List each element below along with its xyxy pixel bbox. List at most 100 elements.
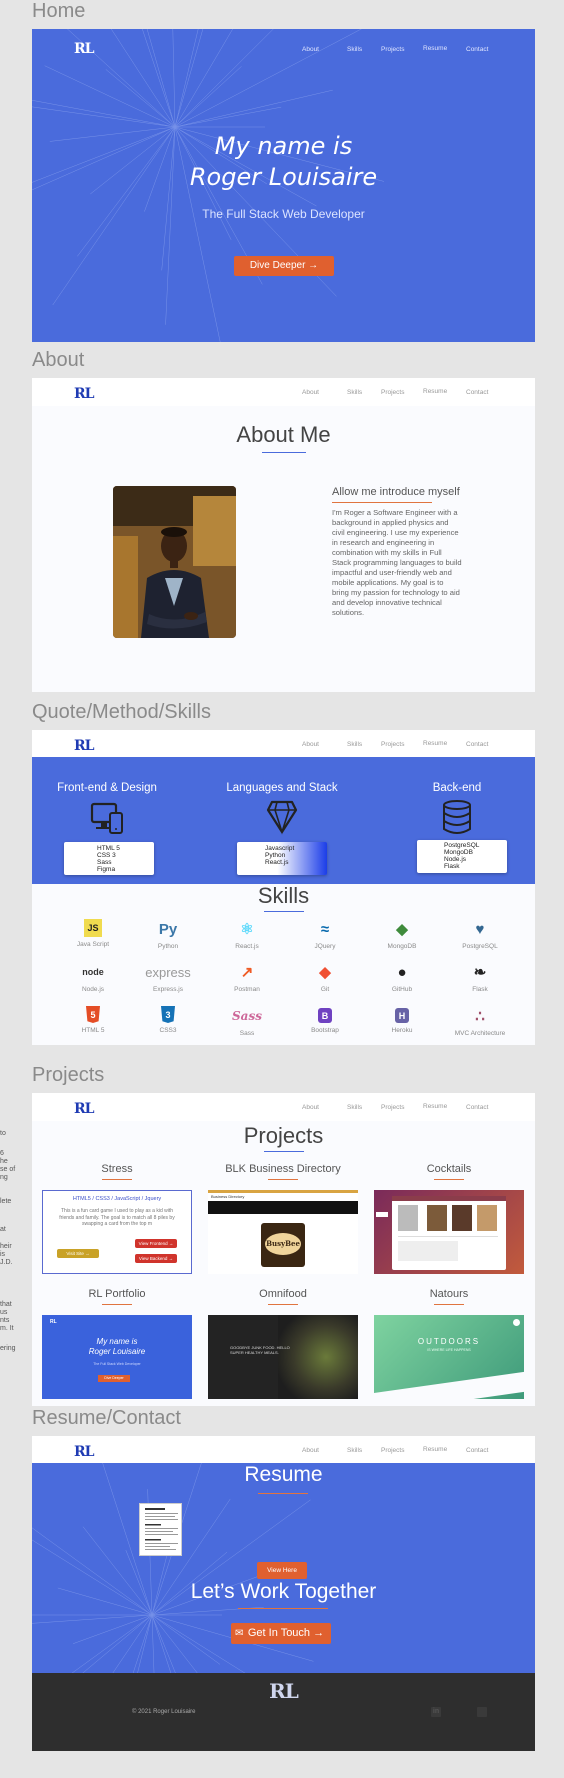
nav-link-projects[interactable]: Projects xyxy=(381,741,423,748)
navbar: RL About Skills Projects Resume Contact xyxy=(32,1436,535,1464)
nav-link-about[interactable]: About xyxy=(302,389,347,396)
resume-thumbnail[interactable] xyxy=(139,1503,182,1556)
skill-label: Express.js xyxy=(153,986,183,993)
get-in-touch-button[interactable]: ✉ Get In Touch → xyxy=(231,1623,331,1644)
stress-visit-site-button[interactable]: Visit Site → xyxy=(57,1249,99,1258)
skill-item: ● GitHub xyxy=(372,962,432,994)
hero-subtitle: The Full Stack Web Developer xyxy=(202,207,365,221)
skill-label: Sass xyxy=(239,1030,255,1037)
cocktail-thumb xyxy=(452,1205,472,1231)
nav-link-about[interactable]: About xyxy=(302,1104,347,1111)
project-card-natours[interactable]: OUTDOORS IS WHERE LIFE HAPPENS xyxy=(374,1315,524,1399)
stress-view-frontend-button[interactable]: View Frontend → xyxy=(135,1239,177,1248)
stress-view-backend-button[interactable]: View Backend → xyxy=(135,1254,177,1263)
about-frame: RL About Skills Projects Resume Contact … xyxy=(32,378,535,692)
nav-link-contact[interactable]: Contact xyxy=(466,46,488,53)
navbar: RL About Skills Projects Resume Contact xyxy=(32,730,535,758)
nav-link-contact[interactable]: Contact xyxy=(466,1104,488,1111)
project-card-blk[interactable]: Business Directory BusyBee xyxy=(208,1190,358,1274)
project-title-cocktails: Cocktails xyxy=(374,1163,524,1180)
projects-title: Projects xyxy=(243,1123,324,1148)
method-item: Figma xyxy=(97,866,116,873)
method-item: PostgreSQL xyxy=(444,842,480,849)
devices-icon xyxy=(90,802,123,834)
linkedin-icon[interactable]: in xyxy=(431,1707,441,1717)
starburst-ray xyxy=(32,100,176,128)
section-label-projects: Projects xyxy=(32,1064,105,1086)
method-item: Sass xyxy=(97,859,112,866)
skill-label: Bootstrap xyxy=(311,1027,339,1034)
project-card-portfolio[interactable]: RL My name is Roger Louisaire The Full S… xyxy=(42,1315,192,1399)
section-label-home: Home xyxy=(32,0,86,22)
nav-link-about[interactable]: About xyxy=(302,1447,347,1454)
project-title-omnifood: Omnifood xyxy=(208,1288,358,1305)
resume-document-icon xyxy=(145,1508,178,1550)
skill-item: ↗ Postman xyxy=(217,962,277,993)
method-item: Javascript xyxy=(265,845,295,852)
nav-link-about[interactable]: About xyxy=(302,741,347,748)
nav-link-projects[interactable]: Projects xyxy=(381,389,423,396)
nav-link-projects[interactable]: Projects xyxy=(381,1104,423,1111)
skill-icon: ↗ xyxy=(240,964,254,981)
nav-link-contact[interactable]: Contact xyxy=(466,389,488,396)
about-intro-text: Allow me introduce myself xyxy=(332,486,460,498)
overflow-text-fragment: that xyxy=(0,1301,12,1308)
nav-link-skills[interactable]: Skills xyxy=(347,46,381,53)
project-title-natours: Natours xyxy=(374,1288,524,1305)
skill-icon: ● xyxy=(397,963,407,981)
overflow-text-fragment: nts xyxy=(0,1317,10,1324)
nav-link-projects[interactable]: Projects xyxy=(381,46,423,53)
project-title-blk: BLK Business Directory xyxy=(208,1163,358,1180)
resume-band: Resume View Here Let’s Work Together ✉ G… xyxy=(32,1463,535,1673)
nav-logo[interactable]: RL xyxy=(74,1444,95,1460)
hero-line-2: Roger Louisaire xyxy=(189,163,378,191)
project-card-omnifood[interactable]: GOODBYE JUNK FOOD. HELLO SUPER HEALTHY M… xyxy=(208,1315,358,1399)
nav-link-contact[interactable]: Contact xyxy=(466,1447,488,1454)
skills-title-wrap: Skills xyxy=(32,883,535,912)
nav-link-skills[interactable]: Skills xyxy=(347,389,381,396)
starburst-ray xyxy=(174,66,242,128)
project-title-underline xyxy=(434,1179,464,1180)
nav-link-skills[interactable]: Skills xyxy=(347,1104,381,1111)
natours-icon xyxy=(513,1319,520,1326)
method-item: Node.js xyxy=(444,856,467,863)
project-card-cocktails[interactable] xyxy=(374,1190,524,1274)
project-card-stress[interactable]: HTML5 / CSS3 / JavaScript / Jquery This … xyxy=(42,1190,192,1274)
nav-link-about[interactable]: About xyxy=(302,46,347,53)
skill-item: 5 HTML 5 xyxy=(63,1006,123,1034)
projects-title-underline xyxy=(263,1151,304,1152)
nav-logo[interactable]: RL xyxy=(74,41,95,57)
github-icon[interactable] xyxy=(477,1707,487,1717)
project-title-text: Stress xyxy=(101,1163,133,1175)
hero-heading: My name is Roger Louisaire xyxy=(32,131,535,193)
dive-deeper-button[interactable]: Dive Deeper → xyxy=(234,256,334,276)
footer-logo[interactable]: RL xyxy=(32,1679,535,1703)
nav-link-projects[interactable]: Projects xyxy=(381,1447,423,1454)
skill-label: Postman xyxy=(234,986,260,993)
skill-item: H Heroku xyxy=(372,1006,432,1034)
about-title-wrap: About Me xyxy=(32,422,535,453)
nav-link-resume[interactable]: Resume xyxy=(423,740,466,747)
nav-links: About Skills Projects Resume Contact xyxy=(302,388,488,396)
view-resume-button[interactable]: View Here xyxy=(257,1562,307,1579)
method-list-backend: PostgreSQL MongoDB Node.js Flask xyxy=(417,840,507,873)
navbar: RL About Skills Projects Resume Contact xyxy=(32,378,535,406)
nav-link-resume[interactable]: Resume xyxy=(423,45,466,52)
skill-item: Py Python xyxy=(138,919,198,951)
nav-link-resume[interactable]: Resume xyxy=(423,388,466,395)
nav-logo[interactable]: RL xyxy=(74,738,95,754)
project-title-text: Natours xyxy=(429,1288,469,1300)
nav-link-skills[interactable]: Skills xyxy=(347,1447,381,1454)
nav-logo[interactable]: RL xyxy=(74,386,95,402)
nav-logo[interactable]: RL xyxy=(74,1101,95,1117)
nav-link-resume[interactable]: Resume xyxy=(423,1103,466,1110)
overflow-text-fragment: se of xyxy=(0,1166,16,1173)
method-item: MongoDB xyxy=(444,849,473,856)
nav-link-skills[interactable]: Skills xyxy=(347,741,381,748)
nav-link-resume[interactable]: Resume xyxy=(423,1446,466,1453)
starburst-ray xyxy=(174,89,333,128)
nav-link-contact[interactable]: Contact xyxy=(466,741,488,748)
skill-label: Flask xyxy=(472,986,488,993)
skill-icon: ⚛ xyxy=(240,921,254,938)
overflow-text-fragment: he xyxy=(0,1158,8,1165)
